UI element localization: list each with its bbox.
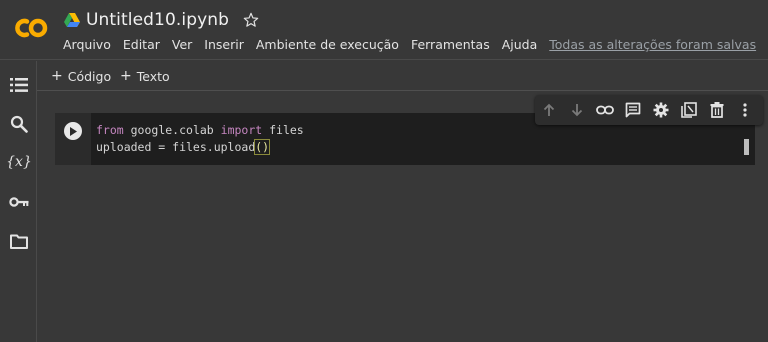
editor-scrollbar[interactable] bbox=[744, 139, 749, 155]
menu-inserir[interactable]: Inserir bbox=[204, 37, 244, 52]
more-icon[interactable] bbox=[731, 95, 759, 125]
plus-icon: + bbox=[120, 68, 132, 84]
upload-call: uploaded = files.upload bbox=[96, 140, 256, 154]
menu-arquivo[interactable]: Arquivo bbox=[63, 37, 111, 52]
notebook-area: + Código + Texto from google.colab impor… bbox=[37, 61, 768, 342]
move-up-icon[interactable] bbox=[535, 95, 563, 125]
add-code-label: Código bbox=[67, 68, 112, 84]
plus-icon: + bbox=[51, 68, 63, 84]
play-icon bbox=[70, 126, 77, 136]
notebook-toolbar: + Código + Texto bbox=[37, 61, 768, 91]
mirror-cell-icon[interactable] bbox=[675, 95, 703, 125]
module-name: google.colab bbox=[123, 123, 221, 137]
keyword-from: from bbox=[96, 123, 124, 137]
add-code-button[interactable]: + Código bbox=[51, 68, 111, 84]
menu-ajuda[interactable]: Ajuda bbox=[502, 37, 538, 52]
menu-ver[interactable]: Ver bbox=[172, 37, 192, 52]
colab-logo[interactable] bbox=[12, 16, 50, 40]
menu-editar[interactable]: Editar bbox=[123, 37, 160, 52]
link-icon[interactable] bbox=[591, 95, 619, 125]
variables-icon[interactable]: {x} bbox=[6, 152, 32, 172]
secrets-key-icon[interactable] bbox=[9, 192, 29, 212]
move-down-icon[interactable] bbox=[563, 95, 591, 125]
add-text-label: Texto bbox=[136, 68, 170, 84]
settings-icon[interactable] bbox=[647, 95, 675, 125]
text-cursor bbox=[269, 141, 271, 154]
run-cell-button[interactable] bbox=[64, 122, 82, 140]
keyword-import: import bbox=[220, 123, 263, 137]
cell-gutter bbox=[55, 113, 91, 165]
search-icon[interactable] bbox=[9, 114, 29, 134]
left-sidebar: {x} bbox=[0, 61, 37, 342]
table-of-contents-icon[interactable] bbox=[9, 75, 29, 95]
app-header: Untitled10.ipynb Arquivo Editar Ver Inse… bbox=[0, 0, 768, 60]
add-text-button[interactable]: + Texto bbox=[120, 68, 170, 84]
code-line-2: uploaded = files.upload() bbox=[96, 139, 271, 155]
google-drive-icon bbox=[64, 13, 80, 27]
matched-parens: () bbox=[254, 139, 271, 155]
comment-icon[interactable] bbox=[619, 95, 647, 125]
delete-icon[interactable] bbox=[703, 95, 731, 125]
imported-name: files bbox=[262, 123, 304, 137]
notebook-title[interactable]: Untitled10.ipynb bbox=[86, 10, 229, 30]
menu-ambiente-de-execucao[interactable]: Ambiente de execução bbox=[256, 37, 399, 52]
save-status-link[interactable]: Todas as alterações foram salvas bbox=[549, 37, 756, 52]
menu-ferramentas[interactable]: Ferramentas bbox=[411, 37, 490, 52]
cell-toolbar bbox=[535, 95, 763, 125]
files-folder-icon[interactable] bbox=[9, 231, 29, 251]
code-line-1: from google.colab import files bbox=[96, 123, 304, 137]
star-icon[interactable] bbox=[243, 12, 259, 28]
menu-bar: Arquivo Editar Ver Inserir Ambiente de e… bbox=[63, 37, 756, 52]
